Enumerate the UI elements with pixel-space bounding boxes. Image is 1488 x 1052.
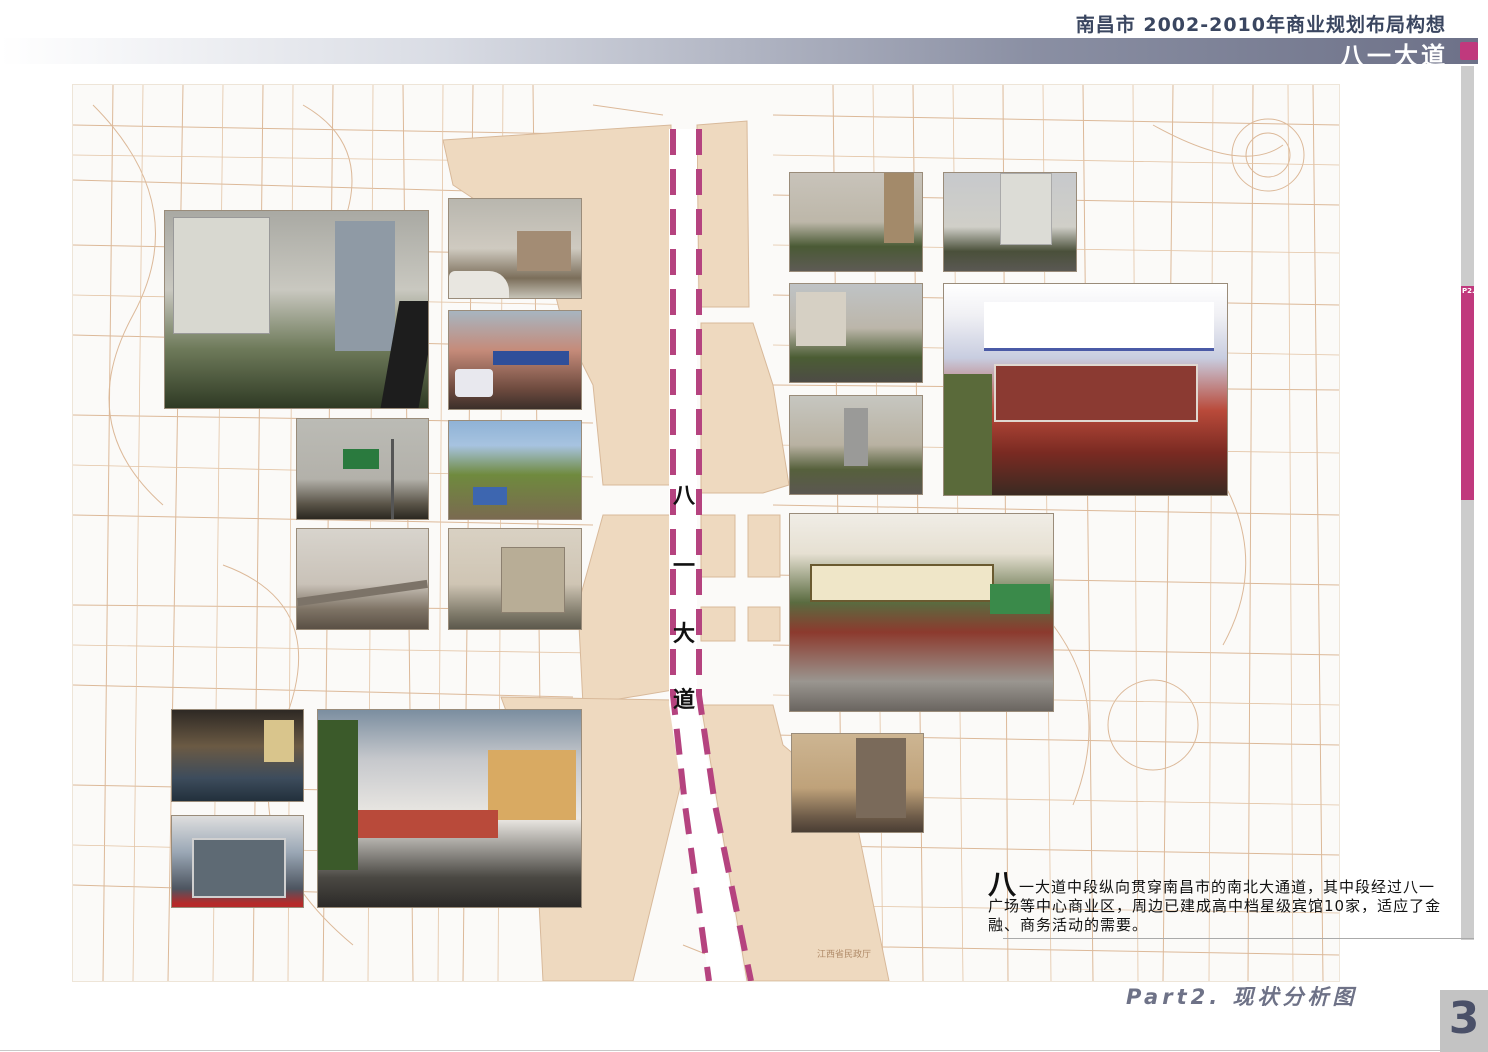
photo-tree-lined-street (448, 420, 582, 520)
photo-road-buildings (789, 395, 923, 495)
description-body: 一大道中段纵向贯穿南昌市的南北大通道，其中段经过八一广场等中心商业区，周边已建成… (988, 878, 1442, 934)
road-label-char: 八 (673, 484, 696, 509)
section-marker (1460, 42, 1478, 60)
photo-hazy-building (448, 528, 582, 630)
divider-line (1003, 938, 1474, 939)
rail-accent (1461, 286, 1474, 500)
photo-boulevard-traffic (789, 172, 923, 272)
photo-highrise-towers (164, 210, 429, 409)
photo-xinhua-hotel (943, 283, 1228, 496)
road-label-char: 一 (673, 554, 695, 579)
description-text: 八一大道中段纵向贯穿南昌市的南北大通道，其中段经过八一广场等中心商业区，周边已建… (988, 871, 1450, 935)
photo-hotel-lobby (171, 709, 304, 802)
photo-street-trees (789, 283, 923, 383)
photo-shopping-crowd (448, 310, 582, 410)
section-title: 八一大道 (1340, 42, 1448, 70)
photo-furniture-mall (317, 709, 582, 908)
photo-store-entrance (171, 815, 304, 908)
photo-foggy-overpass (296, 528, 429, 630)
photo-street-junction (448, 198, 582, 299)
photo-green-road-sign (296, 418, 429, 520)
part-label: Part2. 现状分析图 (1126, 985, 1358, 1009)
document-title: 南昌市 2002-2010年商业规划布局构想 (1075, 14, 1446, 36)
page-number: 3 (1448, 993, 1480, 1044)
rail-label: P2. (1462, 287, 1475, 295)
photo-yuyuan-hotel (789, 513, 1054, 712)
photo-avenue-towers (943, 172, 1077, 272)
header-band (0, 38, 1478, 64)
photo-dusk-buildings (791, 733, 924, 833)
right-rail (1461, 66, 1474, 940)
district-label: 江西省民政厅 (817, 948, 871, 960)
road-label-char: 道 (673, 687, 695, 713)
road-label-char: 大 (673, 622, 695, 647)
bottom-line (0, 1050, 1440, 1051)
